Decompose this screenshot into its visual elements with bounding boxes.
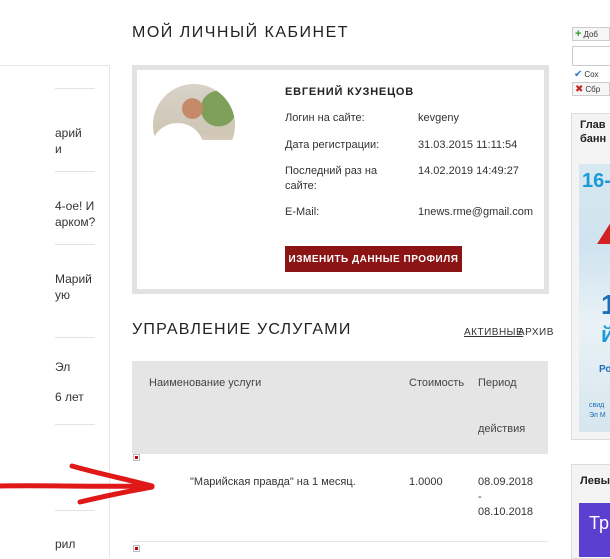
row-divider [132,541,548,542]
main-banners-title: Глав банн [580,119,607,145]
banner-text: 1 [601,289,610,320]
column-header-name: Наименование услуги [149,377,262,389]
sidebar-news-item[interactable]: 6 лет [55,389,84,405]
service-period-from: 08.09.2018 [478,476,534,488]
sidebar-divider [55,244,95,245]
last-visit-label-line2: сайте: [285,180,317,192]
services-title: УПРАВЛЕНИЕ УСЛУГАМИ [132,321,352,338]
banner-text: Тр [589,513,609,533]
profile-name: ЕВГЕНИЙ КУЗНЕЦОВ [285,86,415,98]
page-title: МОЙ ЛИЧНЫЙ КАБИНЕТ [132,24,350,41]
login-value: kevgeny [418,112,459,124]
services-table-header [132,361,548,454]
service-price: 1.0000 [409,476,443,488]
service-period-dash: - [478,491,482,503]
email-label: E-Mail: [285,206,320,218]
column-header-period-line2: действия [478,423,526,435]
avatar [153,84,235,140]
registration-label: Дата регистрации: [285,139,380,151]
red-arrow-annotation [0,463,155,505]
tab-active[interactable]: АКТИВНЫЕ [464,327,523,338]
banner-text: Ро [599,364,610,375]
service-name: "Марийская правда" на 1 месяц. [190,476,356,488]
sidebar-news-item[interactable]: Эл [55,359,70,375]
main-banner[interactable]: 16- 1 й Ро свид Эл М [579,164,610,432]
sidebar-news-item[interactable]: 4-ое! И арком? [55,198,95,230]
column-header-period-line1: Период [478,377,517,389]
panel-input[interactable] [572,46,610,66]
sidebar-divider [55,171,95,172]
registration-value: 31.03.2015 11:11:54 [418,139,518,151]
banner-text: й [601,322,610,347]
sidebar-news-item[interactable]: арий и [55,125,82,157]
close-icon: ✖ [575,83,584,95]
reset-label: Сбр [585,84,601,94]
service-period-to: 08.10.2018 [478,506,534,518]
check-icon: ✔ [574,68,583,80]
banner-text: Эл М [589,412,606,419]
edit-profile-button[interactable]: ИЗМЕНИТЬ ДАННЫЕ ПРОФИЛЯ [285,246,462,272]
banner-text: 16- [582,170,610,192]
email-value: 1news.rme@gmail.com [418,206,534,218]
sidebar-divider [55,424,95,425]
column-header-price: Стоимость [409,377,465,389]
row-marker-icon [133,545,140,552]
banner-text: свид [589,402,605,409]
sidebar-divider [55,88,95,89]
tab-archive[interactable]: АРХИВ [518,327,554,338]
last-visit-label-line1: Последний раз на [285,165,378,177]
save-label: Сох [584,69,599,79]
save-button[interactable]: ✔ Сох [572,67,610,81]
banner-arrow-icon [597,223,610,244]
reset-button[interactable]: ✖ Сбр [572,82,610,96]
avatar-image [153,84,235,140]
plus-icon: + [575,28,582,40]
login-label: Логин на сайте: [285,112,365,124]
add-label: Доб [583,29,598,39]
left-banners-title: Левы [580,475,610,487]
sidebar-news-item[interactable]: Марий ую [55,271,92,303]
sidebar-divider [55,510,95,511]
secondary-banner[interactable]: Тр [579,503,610,557]
sidebar-divider [55,337,95,338]
add-button[interactable]: + Доб [572,27,610,41]
sidebar-news-item[interactable]: рил [55,536,75,552]
last-visit-value: 14.02.2019 14:49:27 [418,165,519,177]
